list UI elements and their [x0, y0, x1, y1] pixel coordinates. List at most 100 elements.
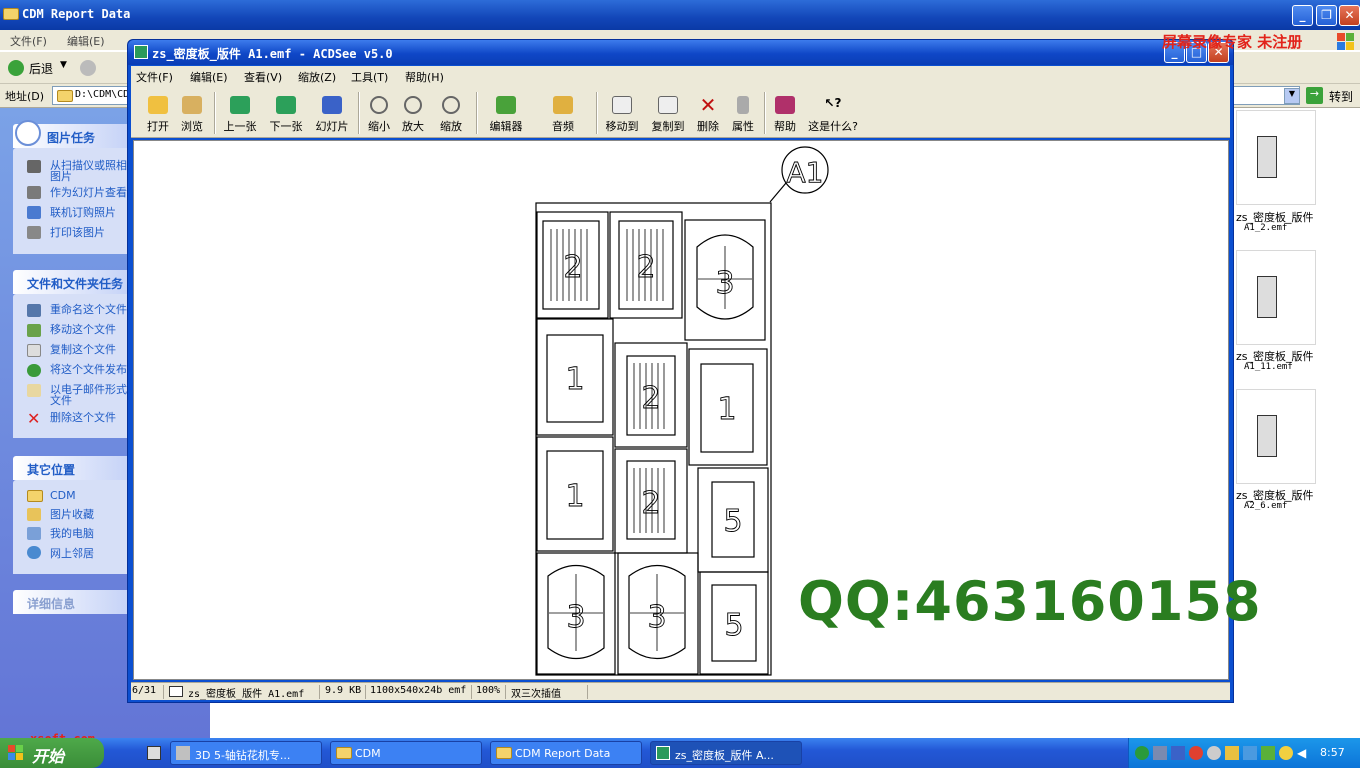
back-button[interactable]: 后退: [29, 60, 53, 77]
app-icon: [176, 746, 190, 760]
audio-button[interactable]: 音频: [549, 96, 577, 136]
task-print[interactable]: 打印该图片: [50, 227, 105, 238]
explorer-title: CDM Report Data: [22, 7, 131, 21]
tray-icon[interactable]: [1135, 746, 1149, 760]
security-shield-icon[interactable]: [1243, 746, 1257, 760]
slideshow-button[interactable]: 幻灯片: [313, 96, 351, 136]
scanner-icon: [27, 160, 41, 173]
tray-icon[interactable]: [1279, 746, 1293, 760]
status-divider: [505, 685, 506, 699]
slideshow-icon: [27, 186, 41, 199]
menu-edit[interactable]: 编辑(E): [190, 69, 228, 85]
my-pictures-icon: [27, 508, 41, 521]
task-slideshow[interactable]: 作为幻灯片查看: [50, 187, 127, 198]
file-tasks-header[interactable]: 文件和文件夹任务: [13, 270, 127, 294]
chevron-down-icon[interactable]: ▼: [1284, 88, 1300, 104]
task-move[interactable]: 移动这个文件: [50, 324, 116, 335]
open-button[interactable]: 打开: [145, 96, 171, 136]
properties-icon: [737, 96, 749, 114]
address-label: 地址(D): [5, 90, 45, 103]
back-icon[interactable]: [8, 60, 24, 76]
properties-button[interactable]: 属性: [729, 96, 757, 136]
tray-icon[interactable]: [1261, 746, 1275, 760]
tray-icon[interactable]: [1189, 746, 1203, 760]
forward-icon[interactable]: [80, 60, 96, 76]
toolbar-separator: [596, 92, 598, 134]
status-dims: 1100x540x24b emf: [370, 685, 467, 696]
task-rename[interactable]: 重命名这个文件: [50, 304, 127, 315]
start-label: 开始: [32, 747, 65, 766]
copy-to-button[interactable]: 复制到: [649, 96, 687, 136]
acdsee-title-bar: zs_密度板_版件 A1.emf - ACDSee v5.0 _ □ ✕: [128, 40, 1233, 65]
task-order[interactable]: 联机订购照片: [50, 207, 116, 218]
volume-icon[interactable]: ◀: [1297, 746, 1311, 760]
close-icon[interactable]: ✕: [1339, 5, 1360, 26]
toolbar-separator: [214, 92, 216, 134]
part-number: 1: [565, 362, 584, 397]
network-icon[interactable]: [1153, 746, 1167, 760]
place-pictures[interactable]: 图片收藏: [50, 509, 94, 520]
network-icon: [27, 546, 41, 559]
minimize-icon[interactable]: _: [1292, 5, 1313, 26]
menu-view[interactable]: 查看(V): [244, 69, 282, 85]
tray-icon[interactable]: [1207, 746, 1221, 760]
toolbar-separator: [476, 92, 478, 134]
emf-file-icon: [169, 686, 183, 697]
task-copy[interactable]: 复制这个文件: [50, 344, 116, 355]
explorer-menu-edit[interactable]: 编辑(E): [67, 33, 105, 49]
status-filter: 双三次插值: [511, 689, 561, 700]
move-to-button[interactable]: 移动到: [603, 96, 641, 136]
zoom-out-button[interactable]: 缩小: [366, 96, 392, 136]
acdsee-menu-bar: 文件(F) 编辑(E) 查看(V) 缩放(Z) 工具(T) 帮助(H): [131, 66, 1230, 86]
maximize-icon[interactable]: ❐: [1316, 5, 1337, 26]
toolbar-separator: [764, 92, 766, 134]
place-cdm[interactable]: CDM: [50, 490, 76, 501]
place-computer[interactable]: 我的电脑: [50, 528, 94, 539]
taskbar-button[interactable]: CDM: [330, 741, 482, 765]
menu-file[interactable]: 文件(F): [136, 69, 173, 85]
part-number: 3: [647, 600, 666, 635]
other-places-header[interactable]: 其它位置: [13, 456, 127, 480]
zoom-out-icon: [370, 96, 388, 114]
zoom-button[interactable]: 缩放: [437, 96, 465, 136]
explorer-menu-file[interactable]: 文件(F): [10, 33, 47, 49]
part-number: 1: [717, 392, 736, 427]
help-button[interactable]: 帮助: [771, 96, 799, 136]
taskbar-button[interactable]: zs_密度板_版件 A...: [650, 741, 802, 765]
start-button[interactable]: 开始: [0, 738, 104, 768]
previous-button[interactable]: 上一张: [221, 96, 259, 136]
delete-icon: ✕: [27, 409, 41, 428]
go-button[interactable]: 转到: [1329, 88, 1353, 105]
whats-this-button[interactable]: ↖? 这是什么?: [805, 96, 861, 136]
details-header[interactable]: 详细信息: [13, 590, 127, 614]
delete-button[interactable]: ✕ 删除: [695, 93, 721, 136]
file-ext: A1_11.emf: [1244, 362, 1293, 372]
menu-zoom[interactable]: 缩放(Z): [298, 69, 336, 85]
tray-icon[interactable]: [1225, 746, 1239, 760]
place-network[interactable]: 网上邻居: [50, 548, 94, 559]
task-delete[interactable]: 删除这个文件: [50, 412, 116, 423]
tray-icon[interactable]: [1171, 746, 1185, 760]
show-desktop-icon[interactable]: [147, 746, 161, 760]
editor-button[interactable]: 编辑器: [487, 96, 525, 136]
browse-button[interactable]: 浏览: [178, 96, 206, 136]
leader-line: [769, 182, 787, 203]
rename-icon: [27, 304, 41, 317]
menu-tools[interactable]: 工具(T): [351, 69, 388, 85]
menu-help[interactable]: 帮助(H): [405, 69, 444, 85]
file-thumbnail[interactable]: [1236, 389, 1316, 484]
zoom-in-button[interactable]: 放大: [400, 96, 426, 136]
chevron-down-icon[interactable]: ▼: [60, 60, 67, 70]
toolbar-separator: [358, 92, 360, 134]
part-number: 5: [724, 608, 743, 643]
taskbar-button[interactable]: CDM Report Data: [490, 741, 642, 765]
taskbar-button[interactable]: 3D 5-轴钻花机专...: [170, 741, 322, 765]
go-arrow-icon[interactable]: →: [1306, 87, 1323, 104]
file-thumbnail[interactable]: [1236, 110, 1316, 205]
delete-icon: ✕: [699, 93, 717, 117]
zoom-icon: [442, 96, 460, 114]
next-button[interactable]: 下一张: [267, 96, 305, 136]
copy-to-icon: [658, 96, 678, 114]
folder-icon: [496, 747, 512, 759]
file-thumbnail[interactable]: [1236, 250, 1316, 345]
